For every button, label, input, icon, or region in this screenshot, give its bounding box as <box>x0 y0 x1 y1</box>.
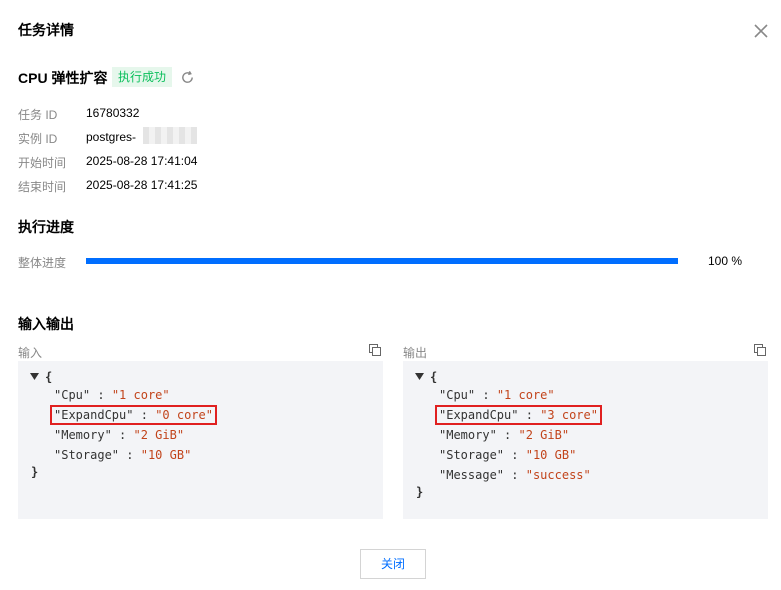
json-value: "10 GB" <box>140 448 192 462</box>
json-key: "Cpu" <box>54 388 91 402</box>
field-label-instance-id: 实例 ID <box>18 132 58 146</box>
json-line: "Cpu" : "1 core" <box>439 388 555 402</box>
progress-percent: 100 % <box>708 254 743 268</box>
json-line: "Cpu" : "1 core" <box>54 388 170 402</box>
refresh-icon[interactable] <box>180 70 195 85</box>
input-label: 输入 <box>18 346 43 360</box>
input-json-box[interactable]: { "Cpu" : "1 core" "ExpandCpu" : "0 core… <box>18 361 383 519</box>
json-key: "Storage" <box>54 448 120 462</box>
json-line-highlighted: "ExpandCpu" : "3 core" <box>435 405 602 425</box>
json-value: "3 core" <box>540 408 598 422</box>
progress-bar-fill <box>86 258 678 264</box>
json-line: "Storage" : "10 GB" <box>54 448 191 462</box>
json-colon: : <box>482 388 490 402</box>
field-value-end-time: 2025-08-28 17:41:25 <box>86 178 198 192</box>
json-colon: : <box>97 388 105 402</box>
brace-close: } <box>416 485 424 499</box>
copy-icon[interactable] <box>369 344 381 356</box>
json-colon: : <box>126 448 134 462</box>
json-key: "Cpu" <box>439 388 476 402</box>
json-colon: : <box>504 428 512 442</box>
json-key: "ExpandCpu" <box>439 408 519 422</box>
json-value: "2 GiB" <box>133 428 185 442</box>
field-value-instance-id: postgres- <box>86 130 137 144</box>
json-line: "Message" : "success" <box>439 468 591 482</box>
json-key: "Storage" <box>439 448 505 462</box>
task-name: CPU 弹性扩容 <box>18 70 108 86</box>
io-section-title: 输入输出 <box>18 316 74 332</box>
json-key: "Memory" <box>54 428 112 442</box>
brace-open: { <box>45 370 53 384</box>
json-value: "success" <box>525 468 591 482</box>
status-badge: 执行成功 <box>112 67 173 87</box>
brace-open: { <box>430 370 438 384</box>
dialog-title: 任务详情 <box>18 22 74 38</box>
caret-down-icon[interactable] <box>30 373 39 380</box>
json-line-highlighted: "ExpandCpu" : "0 core" <box>50 405 217 425</box>
output-label: 输出 <box>403 346 428 360</box>
json-colon: : <box>511 468 519 482</box>
caret-down-icon[interactable] <box>415 373 424 380</box>
json-key: "Message" <box>439 468 505 482</box>
json-colon: : <box>525 408 533 422</box>
json-colon: : <box>119 428 127 442</box>
brace-close: } <box>31 465 39 479</box>
json-key: "ExpandCpu" <box>54 408 134 422</box>
field-value-task-id: 16780332 <box>86 106 140 120</box>
json-line: "Memory" : "2 GiB" <box>54 428 184 442</box>
json-line: "Memory" : "2 GiB" <box>439 428 569 442</box>
json-value: "0 core" <box>155 408 213 422</box>
redaction-mask <box>143 127 197 144</box>
json-colon: : <box>511 448 519 462</box>
progress-label: 整体进度 <box>18 256 67 270</box>
copy-icon[interactable] <box>754 344 766 356</box>
output-json-box[interactable]: { "Cpu" : "1 core" "ExpandCpu" : "3 core… <box>403 361 768 519</box>
json-value: "10 GB" <box>525 448 577 462</box>
progress-bar <box>86 258 678 264</box>
json-value: "2 GiB" <box>518 428 570 442</box>
close-icon[interactable] <box>752 22 770 40</box>
field-value-start-time: 2025-08-28 17:41:04 <box>86 154 198 168</box>
close-button[interactable]: 关闭 <box>360 549 426 579</box>
field-label-start-time: 开始时间 <box>18 156 67 170</box>
field-label-end-time: 结束时间 <box>18 180 67 194</box>
progress-section-title: 执行进度 <box>18 219 74 235</box>
json-colon: : <box>140 408 148 422</box>
field-label-task-id: 任务 ID <box>18 108 58 122</box>
json-value: "1 core" <box>496 388 555 402</box>
json-line: "Storage" : "10 GB" <box>439 448 576 462</box>
json-key: "Memory" <box>439 428 497 442</box>
json-value: "1 core" <box>111 388 170 402</box>
